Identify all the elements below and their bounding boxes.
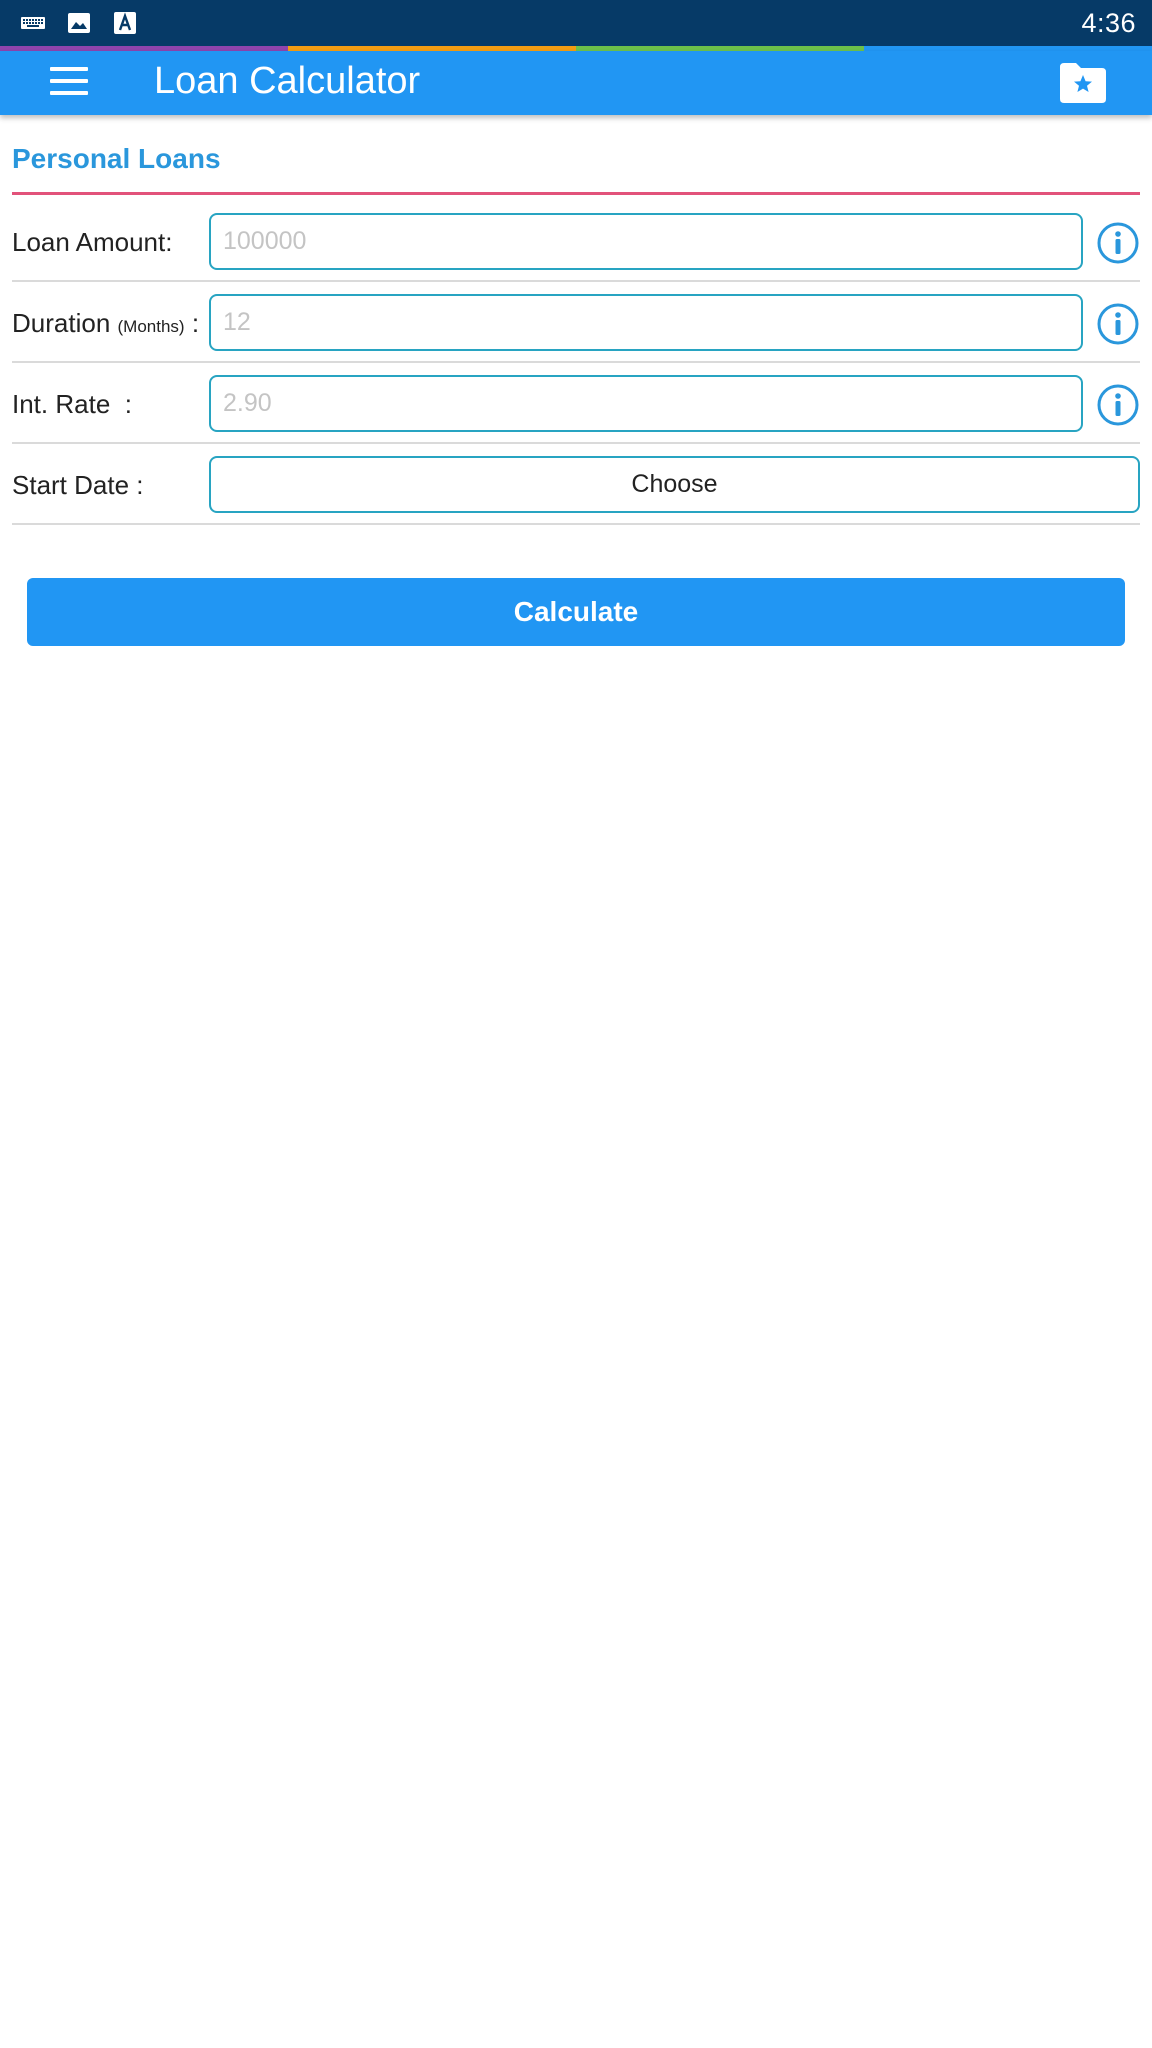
loan-amount-label-text: Loan Amount bbox=[12, 227, 166, 257]
int-rate-label: Int. Rate : bbox=[12, 389, 132, 420]
app-title: Loan Calculator bbox=[154, 60, 421, 102]
loan-amount-row: Loan Amount: bbox=[12, 201, 1140, 282]
choose-date-button[interactable]: Choose bbox=[209, 456, 1140, 513]
duration-label: Duration (Months) : bbox=[12, 308, 199, 339]
int-rate-input[interactable] bbox=[211, 377, 1081, 430]
keyboard-icon bbox=[21, 17, 45, 29]
duration-colon: : bbox=[191, 308, 200, 338]
hamburger-menu-icon[interactable] bbox=[50, 67, 88, 99]
duration-field bbox=[209, 294, 1083, 351]
start-date-label-text: Start Date bbox=[12, 470, 130, 500]
loan-amount-colon: : bbox=[165, 227, 173, 257]
duration-info-icon[interactable] bbox=[1096, 302, 1140, 346]
section-divider bbox=[12, 192, 1140, 195]
status-bar: 4:36 bbox=[0, 0, 1152, 46]
start-date-colon: : bbox=[136, 470, 144, 500]
start-date-row: Start Date : Choose bbox=[12, 444, 1140, 525]
int-rate-row: Int. Rate : bbox=[12, 363, 1140, 444]
favorite-folder-icon[interactable] bbox=[1058, 61, 1108, 105]
loan-amount-input[interactable] bbox=[211, 215, 1081, 268]
section-title: Personal Loans bbox=[12, 143, 221, 174]
duration-label-text: Duration bbox=[12, 308, 111, 338]
loan-amount-label: Loan Amount: bbox=[12, 227, 172, 258]
app-bar: Loan Calculator bbox=[0, 51, 1152, 115]
calculate-button[interactable]: Calculate bbox=[27, 578, 1125, 646]
int-rate-colon: : bbox=[124, 389, 132, 419]
duration-unit-label: (Months) bbox=[117, 317, 185, 336]
duration-row: Duration (Months) : bbox=[12, 282, 1140, 363]
int-rate-label-text: Int. Rate bbox=[12, 389, 111, 419]
int-rate-info-icon[interactable] bbox=[1096, 383, 1140, 427]
int-rate-field bbox=[209, 375, 1083, 432]
status-time: 4:36 bbox=[1081, 8, 1136, 38]
text-a-icon bbox=[114, 12, 136, 34]
loan-amount-field bbox=[209, 213, 1083, 270]
image-icon bbox=[68, 13, 90, 33]
loan-amount-info-icon[interactable] bbox=[1096, 221, 1140, 265]
start-date-label: Start Date : bbox=[12, 470, 144, 501]
status-icons bbox=[20, 11, 138, 35]
duration-input[interactable] bbox=[211, 296, 1081, 349]
